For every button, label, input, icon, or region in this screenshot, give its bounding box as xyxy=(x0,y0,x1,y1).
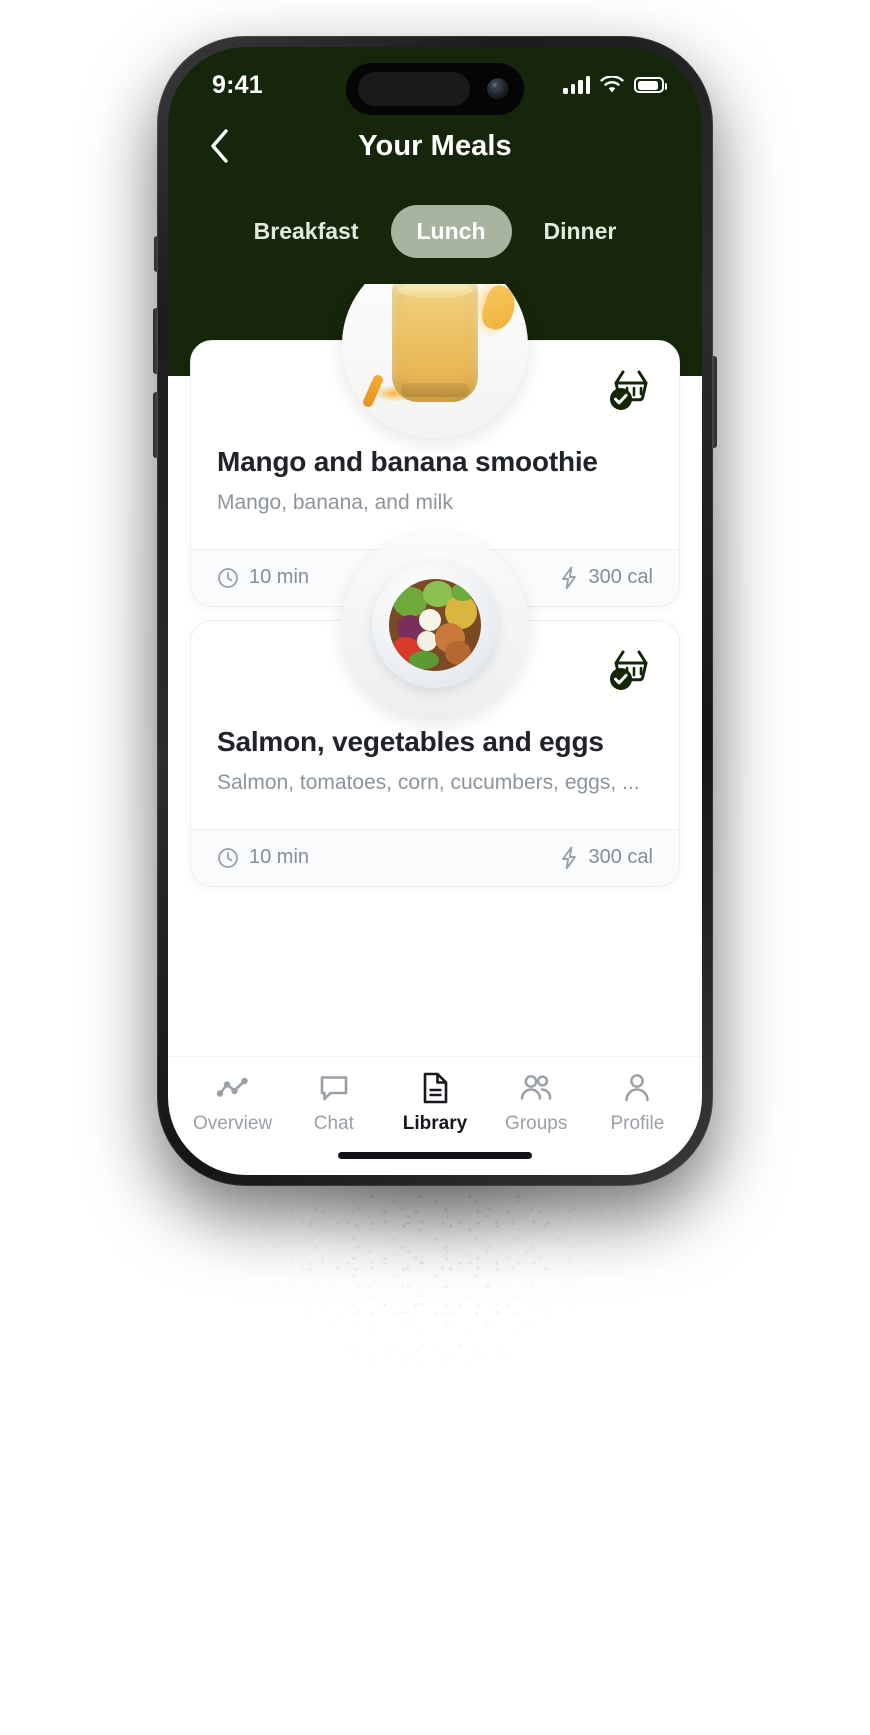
meal-calories: 300 cal xyxy=(559,846,654,870)
nav-item-chat[interactable]: Chat xyxy=(283,1071,384,1135)
meal-image-mango-banana-smoothie xyxy=(342,284,528,438)
nav-item-overview[interactable]: Overview xyxy=(182,1071,283,1135)
wifi-icon xyxy=(600,75,624,92)
meal-card-container: Salmon, vegetables and eggs Salmon, toma… xyxy=(190,532,680,887)
meal-time: 10 min xyxy=(217,846,309,869)
meal-time-label: 10 min xyxy=(249,846,310,869)
battery-icon xyxy=(634,77,667,93)
front-camera-lens xyxy=(487,78,509,100)
meal-card-footer: 10 min 300 cal xyxy=(191,828,679,886)
meal-image-salmon-vegetables-eggs xyxy=(342,532,528,718)
basket-check-icon[interactable] xyxy=(601,361,657,417)
tab-breakfast[interactable]: Breakfast xyxy=(228,205,385,258)
phone-device-frame: 9:41 Your Meals Breakfast Lunch Dinner M… xyxy=(153,36,717,1186)
meal-time-label: 10 min xyxy=(249,566,310,589)
nav-label-library: Library xyxy=(402,1113,468,1134)
people-icon xyxy=(518,1071,554,1105)
phone-screen: 9:41 Your Meals Breakfast Lunch Dinner M… xyxy=(168,47,702,1175)
dynamic-island xyxy=(346,63,524,115)
meal-ingredients: Salmon, tomatoes, corn, cucumbers, eggs,… xyxy=(217,770,640,794)
nav-item-library[interactable]: Library xyxy=(384,1071,485,1135)
status-bar-indicators xyxy=(563,75,667,95)
speech-bubble-icon xyxy=(319,1071,349,1105)
basket-check-glyph xyxy=(610,370,648,410)
clock-icon xyxy=(218,567,238,588)
meal-title: Salmon, vegetables and eggs xyxy=(217,726,604,757)
smoothie-glass xyxy=(392,284,478,402)
nav-label-groups: Groups xyxy=(505,1113,568,1134)
meal-calories-label: 300 cal xyxy=(588,566,654,589)
dynamic-island-pill xyxy=(358,72,470,106)
smoothie-photo xyxy=(342,284,528,438)
tab-dinner[interactable]: Dinner xyxy=(518,205,643,258)
lightning-bolt-icon xyxy=(561,566,576,590)
document-icon xyxy=(421,1071,449,1105)
salad-photo xyxy=(342,532,528,718)
tab-lunch[interactable]: Lunch xyxy=(390,205,512,258)
nav-label-chat: Chat xyxy=(313,1113,354,1134)
cellular-signal-icon xyxy=(563,76,590,94)
volume-down-button[interactable] xyxy=(153,392,158,458)
chevron-left-icon xyxy=(211,129,228,163)
meal-type-tabs: Breakfast Lunch Dinner xyxy=(168,183,702,284)
meal-calories: 300 cal xyxy=(559,566,654,590)
power-button[interactable] xyxy=(712,356,717,448)
nav-label-overview: Overview xyxy=(193,1113,273,1134)
meal-time: 10 min xyxy=(217,566,309,589)
activity-chart-icon xyxy=(216,1071,250,1105)
volume-up-button[interactable] xyxy=(153,308,158,374)
page-title: Your Meals xyxy=(358,129,512,162)
home-indicator[interactable] xyxy=(338,1151,532,1159)
bottom-navigation-bar: Overview Chat Library Groups Profile xyxy=(168,1056,702,1135)
meal-calories-label: 300 cal xyxy=(588,846,654,869)
status-bar: 9:41 xyxy=(168,47,702,115)
app-header: Your Meals xyxy=(168,109,702,183)
meal-list: Mango and banana smoothie Mango, banana,… xyxy=(168,284,702,1056)
clock-icon xyxy=(218,847,238,868)
person-icon xyxy=(623,1071,651,1105)
meal-title: Mango and banana smoothie xyxy=(217,446,598,477)
nav-label-profile: Profile xyxy=(610,1113,665,1134)
mango-slice xyxy=(477,284,521,334)
basket-check-glyph xyxy=(610,650,648,690)
mango-stick xyxy=(361,373,385,409)
lightning-bolt-icon xyxy=(561,846,576,870)
basket-check-icon[interactable] xyxy=(601,641,657,697)
meal-ingredients: Mango, banana, and milk xyxy=(217,490,453,514)
screenshot-stage: 9:41 Your Meals Breakfast Lunch Dinner M… xyxy=(0,0,870,1735)
back-button[interactable] xyxy=(198,124,242,168)
nav-item-profile[interactable]: Profile xyxy=(587,1071,688,1135)
nav-item-groups[interactable]: Groups xyxy=(486,1071,587,1135)
silent-switch[interactable] xyxy=(154,236,158,272)
salad-contents xyxy=(389,579,481,671)
status-bar-time: 9:41 xyxy=(212,70,263,99)
home-indicator-area xyxy=(168,1135,702,1175)
